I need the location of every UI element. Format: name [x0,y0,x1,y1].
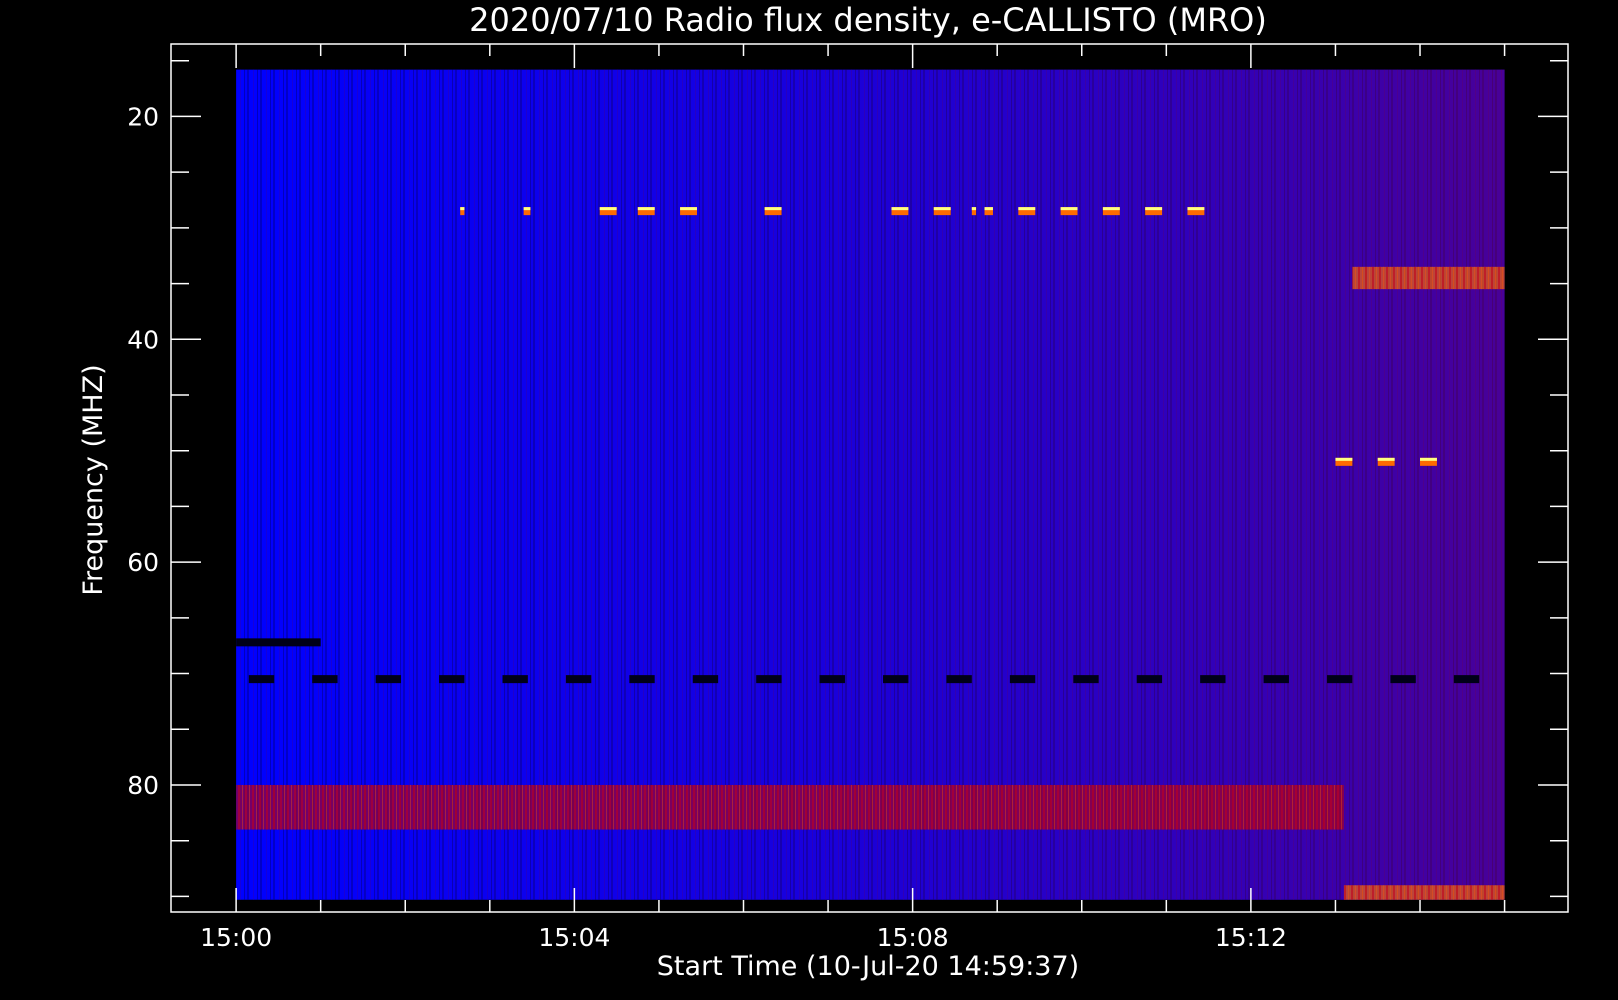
y-axis-tick-labels: 20 40 60 80 [127,102,159,800]
interference-28.5MHz-segment-core [1102,207,1120,211]
dropouts-70.5MHz-segment [883,675,909,684]
y-tick-label: 20 [127,102,159,131]
dropouts-70.5MHz-segment [756,675,782,684]
dropouts-70.5MHz-segment [629,675,655,684]
spectrogram-plot [236,69,1505,900]
dropouts-70.5MHz-segment [1263,675,1289,684]
interference-28.5MHz-segment-core [680,207,697,211]
interference-28.5MHz-segment-core [1145,207,1163,211]
interference-28.5MHz-segment-core [1060,207,1078,211]
interference-28.5MHz-segment-core [984,207,993,211]
chart-title: 2020/07/10 Radio flux density, e-CALLIST… [469,1,1267,39]
interference-28.5MHz-segment-core [933,207,951,211]
dropouts-70.5MHz-segment [439,675,465,684]
interference-28.5MHz-segment-core [637,207,655,211]
dropouts-70.5MHz-segment [1200,675,1226,684]
dropouts-70.5MHz-segment [1326,675,1353,684]
dropouts-70.5MHz-segment [1073,675,1099,684]
x-tick-label: 15:00 [200,923,272,952]
x-tick-label: 15:08 [877,923,949,952]
interference-28.5MHz-segment-core [523,207,531,211]
dropouts-70.5MHz-segment [375,675,402,684]
x-axis-tick-labels: 15:00 15:04 15:08 15:12 [200,923,1287,952]
emission-band-33-35MHz-texture [1352,266,1505,290]
dropouts-70.5MHz-segment [1009,675,1036,684]
x-tick-label: 15:12 [1215,923,1287,952]
interference-28.5MHz-segment-core [891,207,909,211]
y-tick-label: 40 [127,325,159,354]
interference-51MHz-segment-core [1420,457,1437,461]
dropouts-70.5MHz-segment [946,675,972,684]
dropouts-70.5MHz-segment [1453,675,1480,684]
interference-28.5MHz-segment-core [460,207,465,211]
x-axis-title: Start Time (10-Jul-20 14:59:37) [657,951,1079,982]
dropouts-70.5MHz-segment [248,675,275,684]
dropouts-70.5MHz-segment [502,675,528,684]
interference-28.5MHz-segment-core [971,207,977,211]
x-tick-label: 15:04 [538,923,610,952]
spectrogram-chart: 15:00 15:04 15:08 15:12 20 40 60 80 2020… [78,1,1569,982]
dark-line-67MHz [236,638,321,647]
interference-28.5MHz-segment-core [764,207,782,211]
y-tick-label: 80 [127,771,159,800]
dropouts-70.5MHz-segment [565,675,592,684]
interference-51MHz-segment-core [1377,457,1395,461]
interference-28.5MHz-segment-core [599,207,617,211]
interference-28.5MHz-segment-core [1018,207,1036,211]
emission-band-80-84MHz-texture [236,784,1344,830]
dropouts-70.5MHz-segment [1136,675,1163,684]
y-tick-label: 60 [127,548,159,577]
bright-band-89-90MHz-texture [1343,885,1505,900]
dropouts-70.5MHz-segment [819,675,845,684]
spectrogram-red-gradient [236,69,1505,900]
dropouts-70.5MHz-segment [312,675,338,684]
dropouts-70.5MHz-segment [1390,675,1416,684]
interference-51MHz-segment-core [1335,457,1353,461]
y-axis-title: Frequency (MHZ) [78,364,109,595]
interference-28.5MHz-segment-core [1187,207,1205,211]
dropouts-70.5MHz-segment [692,675,719,684]
